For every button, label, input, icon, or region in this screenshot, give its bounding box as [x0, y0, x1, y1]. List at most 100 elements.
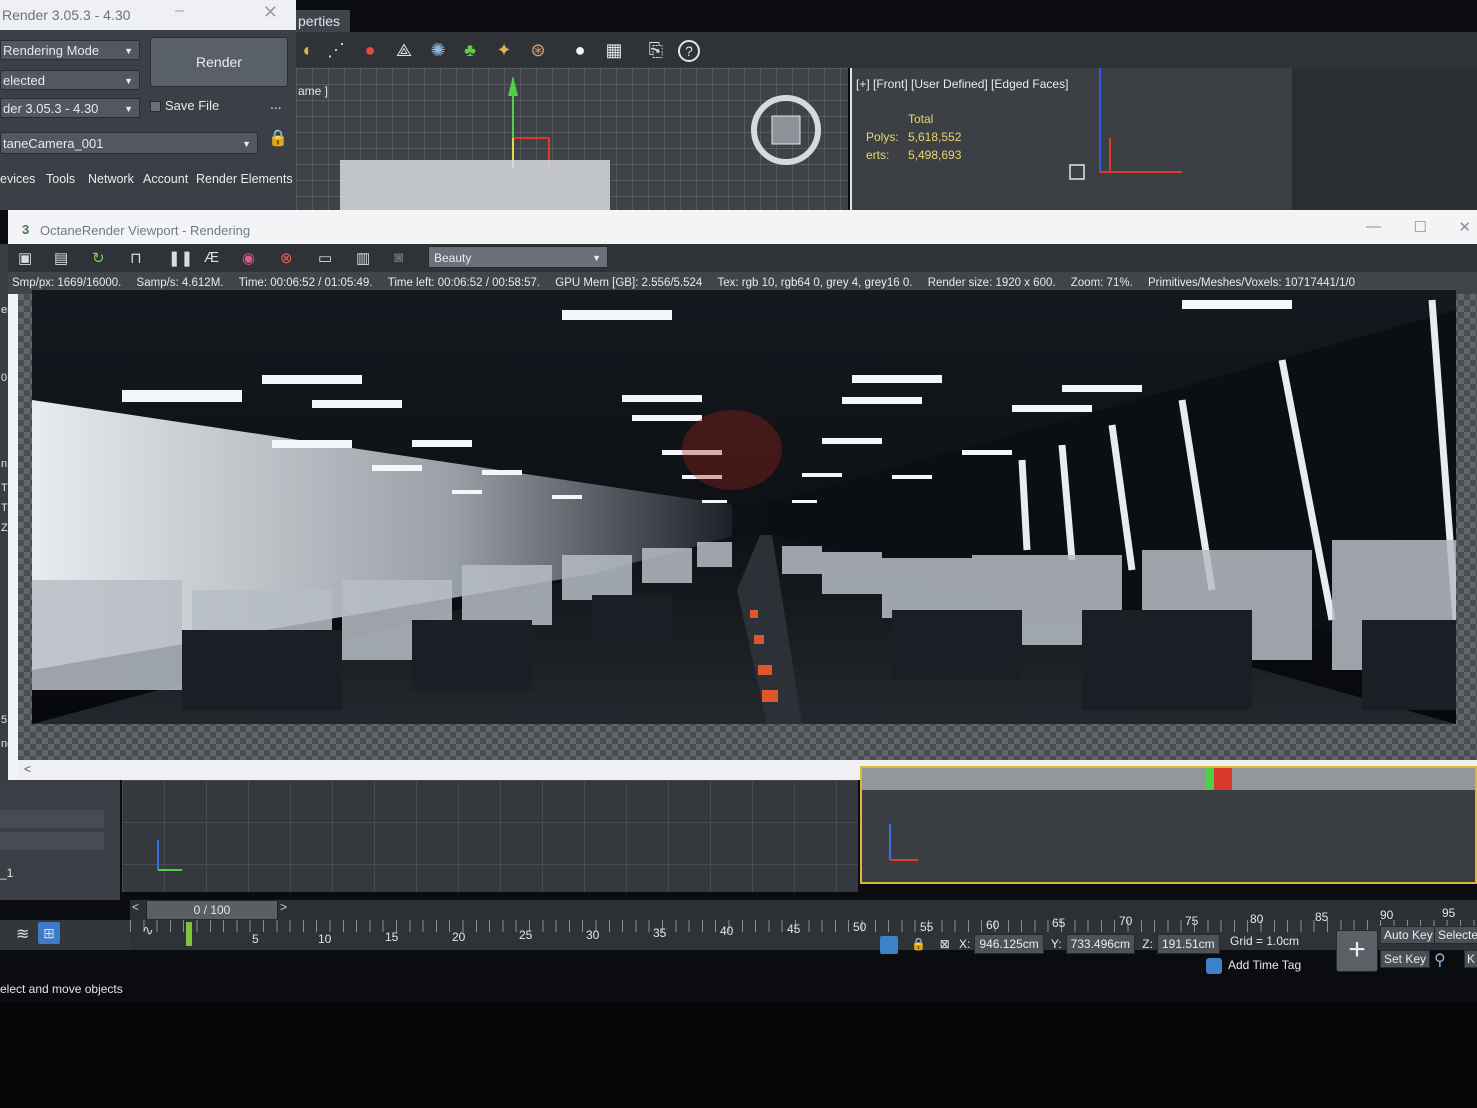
clipboard-icon[interactable]: ▤ — [54, 249, 68, 267]
list-item[interactable] — [0, 854, 104, 864]
ae-icon[interactable]: Æ — [204, 249, 219, 266]
status-speed: Samp/s: 4.612M. — [136, 277, 224, 289]
selected-value: elected — [3, 73, 45, 88]
layer-toolbar: ≋ ⊞ — [0, 920, 130, 950]
scroll-left-arrow[interactable]: < — [24, 762, 31, 776]
layers-icon[interactable]: ≋ — [16, 924, 29, 944]
selected-dropdown[interactable]: elected ▼ — [0, 70, 140, 90]
hair-icon[interactable]: ⋰ — [324, 38, 348, 62]
verts-value: 5,498,693 — [908, 148, 962, 162]
active-viewport[interactable] — [860, 766, 1477, 884]
set-key-button[interactable]: Set Key — [1380, 950, 1431, 968]
y-coordinate-field[interactable]: 733.496cm — [1065, 934, 1135, 954]
tick-label: 90 — [1380, 908, 1394, 922]
grid-icon[interactable]: ▦ — [602, 38, 626, 62]
rendered-scene — [32, 290, 1456, 724]
renderer-dropdown[interactable]: der 3.05.3 - 4.30 ▼ — [0, 98, 140, 118]
front-viewport-label[interactable]: [+] [Front] [User Defined] [Edged Faces] — [856, 77, 1068, 91]
maximize-button[interactable]: ☐ — [1414, 218, 1427, 236]
checkbox-icon[interactable] — [150, 101, 161, 113]
active-viewport-content — [862, 768, 1475, 861]
tab-tools[interactable]: Tools — [46, 172, 75, 186]
time-tag-icon — [1206, 958, 1222, 974]
settings-icon[interactable]: ▥ — [356, 249, 370, 267]
x-coordinate-field[interactable]: 946.125cm — [974, 934, 1044, 954]
minimize-icon[interactable]: – — [175, 2, 184, 20]
object-label: _1 — [0, 866, 14, 880]
rendering-mode-dropdown[interactable]: Rendering Mode ▼ — [0, 40, 140, 60]
render-button[interactable]: Render — [150, 37, 288, 87]
list-item[interactable] — [0, 832, 104, 850]
add-time-tag-button[interactable]: Add Time Tag — [1206, 958, 1301, 974]
tab-account[interactable]: Account — [143, 172, 188, 186]
right-viewport-strip[interactable] — [1292, 68, 1477, 210]
refresh-icon[interactable]: ↻ — [92, 249, 105, 267]
export-icon[interactable]: ⎘ — [644, 38, 668, 62]
key-filters-icon[interactable]: ⚲ — [1434, 950, 1446, 970]
texture-icon[interactable]: ⊛ — [526, 38, 550, 62]
lock-icon[interactable]: ⊓ — [130, 249, 142, 267]
close-button[interactable]: ✕ — [1458, 218, 1471, 236]
key-mode-button[interactable]: K — [1464, 950, 1477, 968]
camera-icon[interactable]: ◙ — [394, 249, 403, 266]
selected-filter-button[interactable]: Selecte — [1434, 926, 1477, 944]
camera-dropdown[interactable]: taneCamera_001 ▼ — [0, 132, 258, 154]
curve-editor-icon[interactable]: ∿ — [142, 922, 154, 939]
gear-icon[interactable]: ✺ — [426, 38, 450, 62]
status-render-size: Render size: 1920 x 600. — [927, 277, 1056, 289]
top-viewport[interactable] — [296, 68, 848, 210]
scene-stats: Total Polys: 5,618,552 erts: 5,498,693 — [866, 110, 961, 164]
z-coordinate-field[interactable]: 191.51cm — [1156, 934, 1220, 954]
lock-icon[interactable]: 🔒 — [268, 128, 288, 148]
set-key-plus-button[interactable]: + — [1336, 930, 1378, 972]
status-time-left: Time left: 00:06:52 / 00:58:57. — [387, 277, 541, 289]
color-picker-icon[interactable]: ◉ — [242, 249, 255, 267]
timeline-track[interactable] — [130, 900, 1477, 920]
tab-render-elements[interactable]: Render Elements — [196, 172, 293, 186]
status-gpu-mem: GPU Mem [GB]: 2.556/5.524 — [555, 277, 703, 289]
list-item[interactable] — [0, 810, 104, 828]
close-icon[interactable]: ✕ — [263, 2, 278, 23]
next-frame-button[interactable]: > — [280, 900, 287, 914]
scene-explorer-icon[interactable]: ⊞ — [38, 922, 60, 944]
prev-frame-button[interactable]: < — [132, 900, 139, 914]
more-options-button[interactable]: ... — [270, 96, 282, 112]
chevron-down-icon: ▼ — [242, 139, 251, 149]
save-image-icon[interactable]: ▣ — [18, 249, 32, 267]
help-icon[interactable]: ? — [678, 40, 700, 62]
left-strip-text: 5 — [1, 714, 8, 726]
octane-title: OctaneRender Viewport - Rendering — [40, 223, 251, 238]
lock-icon[interactable]: 🔒 — [911, 937, 926, 951]
monitor-icon[interactable]: ▭ — [318, 249, 332, 267]
hf-icon[interactable]: ✦ — [492, 38, 516, 62]
mesh-icon[interactable]: ⟁ — [392, 38, 416, 62]
top-viewport-gizmo — [340, 76, 821, 210]
octane-toolbar: ▣ ▤ ↻ ⊓ ❚❚ Æ ◉ ⊗ ▭ ▥ ◙ — [8, 244, 1477, 272]
selection-lock-icon[interactable] — [880, 935, 898, 954]
render-setup-titlebar: Render 3.05.3 - 4.30 – ✕ — [0, 0, 296, 30]
time-slider[interactable]: 0 / 100 — [146, 900, 278, 920]
tab-devices[interactable]: evices — [0, 172, 35, 186]
auto-key-button[interactable]: Auto Key — [1380, 926, 1437, 944]
viewcube-icon[interactable] — [771, 115, 801, 145]
tab-network[interactable]: Network — [88, 172, 134, 186]
minimize-button[interactable]: — — [1366, 218, 1381, 235]
sphere-icon[interactable]: ● — [568, 38, 592, 62]
grass-icon[interactable]: ♣ — [458, 38, 482, 62]
region-icon[interactable]: ⊗ — [280, 249, 293, 267]
properties-tab[interactable]: perties — [296, 10, 350, 32]
tick-label: 30 — [586, 928, 600, 942]
material-icon[interactable]: ● — [358, 38, 382, 62]
status-samples: Smp/px: 1669/16000. — [12, 277, 122, 289]
transform-mode-icon[interactable]: ⊠ — [940, 937, 950, 951]
pause-icon[interactable]: ❚❚ — [168, 249, 193, 267]
time-cursor[interactable] — [186, 922, 192, 946]
save-file-checkbox[interactable]: Save File — [150, 98, 219, 113]
teapot-icon[interactable]: ◐ — [296, 38, 320, 62]
perspective-viewport[interactable] — [122, 780, 858, 892]
render-pass-dropdown[interactable]: Beauty ▼ — [428, 246, 608, 268]
rendered-image[interactable] — [32, 290, 1456, 724]
status-prompt: elect and move objects — [0, 982, 123, 996]
render-setup-title: Render 3.05.3 - 4.30 — [2, 7, 131, 23]
top-viewport-label[interactable]: ame ] — [298, 84, 328, 98]
